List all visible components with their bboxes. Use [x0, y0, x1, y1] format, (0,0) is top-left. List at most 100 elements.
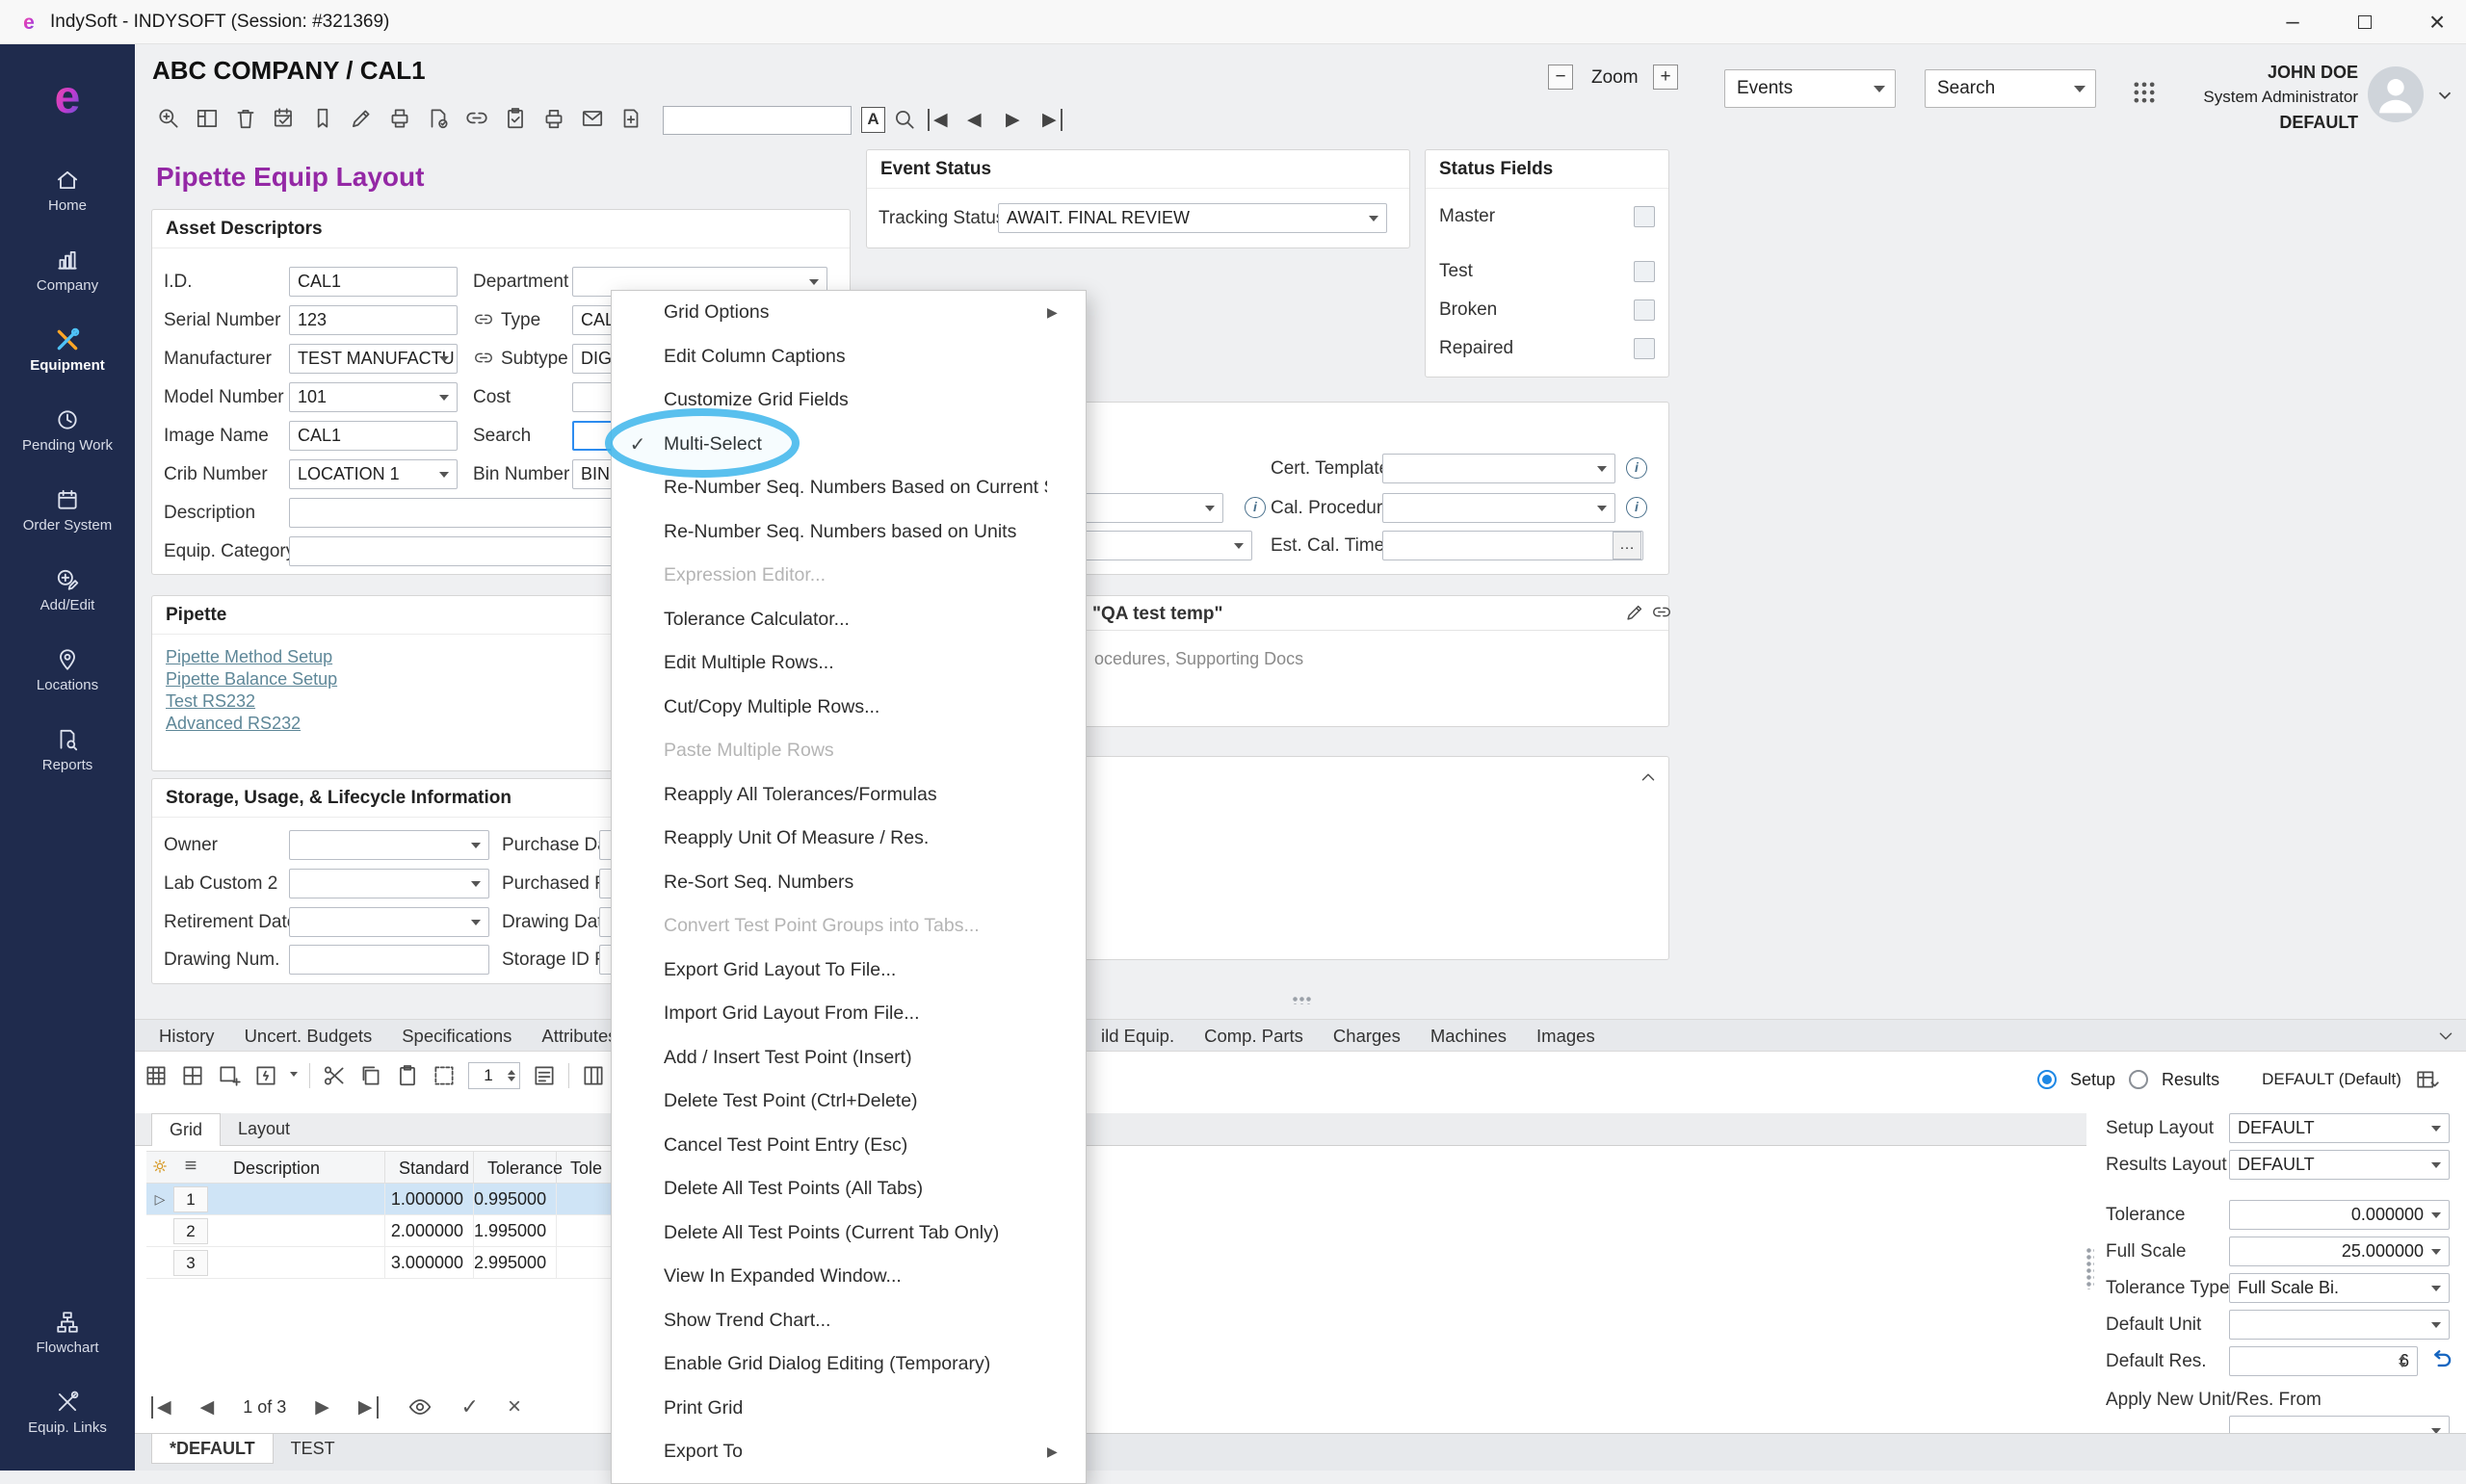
- bookmark-icon[interactable]: [310, 106, 335, 131]
- context-menu-item[interactable]: Convert Test Point Groups into Tabs...: [612, 904, 1086, 949]
- serial-field[interactable]: 123: [289, 305, 458, 335]
- nav-last-button[interactable]: ▶: [1042, 109, 1062, 131]
- table-row[interactable]: 2 2.000000 1.995000: [146, 1215, 634, 1247]
- context-menu-item[interactable]: Re-Number Seq. Numbers Based on Current …: [612, 466, 1086, 510]
- row-count-spinner[interactable]: 1: [468, 1062, 520, 1089]
- apps-grid-icon[interactable]: [2131, 79, 2158, 106]
- cell-description[interactable]: [208, 1215, 385, 1246]
- collapse-chevron-icon[interactable]: [1638, 767, 1659, 788]
- cell-tolerance[interactable]: 1.995000: [474, 1215, 557, 1246]
- detail-tab[interactable]: Specifications: [389, 1020, 524, 1052]
- detail-tab[interactable]: History: [146, 1020, 227, 1052]
- grid-actions-caret-icon[interactable]: [290, 1072, 298, 1080]
- est-cal-time-browse-button[interactable]: …: [1613, 532, 1641, 560]
- test-checkbox[interactable]: [1634, 261, 1655, 282]
- search-dropdown[interactable]: Search: [1925, 69, 2096, 108]
- cut-icon[interactable]: [322, 1063, 347, 1088]
- context-menu-item[interactable]: Export To ▶: [612, 1430, 1086, 1474]
- model-select[interactable]: 101: [289, 382, 458, 412]
- row-menu-icon[interactable]: [173, 1158, 208, 1178]
- context-menu-item[interactable]: Grid Options ▶: [612, 291, 1086, 335]
- cal-procedure-select[interactable]: [1382, 493, 1615, 523]
- pager-first-button[interactable]: ◀: [151, 1396, 171, 1419]
- cell-standard[interactable]: 3.000000: [385, 1247, 474, 1278]
- type-link-icon[interactable]: [473, 309, 494, 330]
- setup-layout-select[interactable]: DEFAULT: [2229, 1113, 2450, 1143]
- context-menu-item[interactable]: Import Grid Layout From File...: [612, 992, 1086, 1036]
- print-label-icon[interactable]: [387, 106, 412, 131]
- commit-check-button[interactable]: ✓: [461, 1394, 479, 1419]
- cell-standard[interactable]: 2.000000: [385, 1215, 474, 1246]
- search-icon[interactable]: [892, 107, 917, 132]
- grid-add-icon[interactable]: [217, 1063, 242, 1088]
- cell-standard[interactable]: 1.000000: [385, 1184, 474, 1214]
- layout-selector-icon[interactable]: [2415, 1067, 2440, 1092]
- repaired-checkbox[interactable]: [1634, 338, 1655, 359]
- sidebar-item-equipment[interactable]: Equipment: [0, 310, 135, 390]
- zoom-add-icon[interactable]: [156, 106, 181, 131]
- template-link-icon[interactable]: [1651, 602, 1672, 623]
- id-field[interactable]: CAL1: [289, 267, 458, 297]
- sidebar-item-company[interactable]: Company: [0, 230, 135, 310]
- detail-tab[interactable]: Uncert. Budgets: [232, 1020, 385, 1052]
- row-number[interactable]: 2: [173, 1218, 208, 1244]
- nav-next-button[interactable]: ▶: [1006, 109, 1020, 131]
- row-number[interactable]: 3: [173, 1250, 208, 1276]
- context-menu-item[interactable]: Print Grid: [612, 1387, 1086, 1431]
- grid-options-icon[interactable]: [532, 1063, 557, 1088]
- partial-select-2[interactable]: [1069, 531, 1252, 560]
- grid-actions-icon[interactable]: [253, 1063, 278, 1088]
- default-res-spinner[interactable]: 6: [2229, 1346, 2418, 1376]
- cancel-x-button[interactable]: ×: [508, 1393, 521, 1420]
- tabs-overflow-chevron-icon[interactable]: [2435, 1026, 2456, 1047]
- edit-icon[interactable]: [349, 106, 374, 131]
- full-scale-combo[interactable]: 25.000000: [2229, 1237, 2450, 1266]
- cell-tolerance[interactable]: 2.995000: [474, 1247, 557, 1278]
- subtype-link-icon[interactable]: [473, 348, 494, 369]
- results-radio[interactable]: [2129, 1070, 2148, 1089]
- avatar[interactable]: [2368, 66, 2424, 122]
- panel-splitter-grip[interactable]: [2086, 1247, 2094, 1289]
- user-menu-chevron-icon[interactable]: [2434, 85, 2455, 106]
- sidebar-item-pending-work[interactable]: Pending Work: [0, 390, 135, 470]
- context-menu-item[interactable]: Reapply Unit Of Measure / Res.: [612, 817, 1086, 861]
- detail-tab[interactable]: ild Equip.: [1089, 1020, 1187, 1052]
- context-menu-item[interactable]: ✓ Multi-Select: [612, 423, 1086, 467]
- crib-select[interactable]: LOCATION 1: [289, 459, 458, 489]
- layout-selector-value[interactable]: DEFAULT (Default): [2262, 1070, 2401, 1089]
- context-menu-item[interactable]: Show Trend Chart...: [612, 1299, 1086, 1343]
- partial-info-icon[interactable]: i: [1245, 497, 1266, 518]
- tracking-status-select[interactable]: AWAIT. FINAL REVIEW: [998, 203, 1387, 233]
- minimize-button[interactable]: –: [2269, 0, 2316, 44]
- preview-eye-icon[interactable]: [407, 1394, 433, 1419]
- context-menu-item[interactable]: Delete All Test Points (Current Tab Only…: [612, 1211, 1086, 1256]
- link-icon[interactable]: [464, 106, 489, 131]
- calendar-check-icon[interactable]: [272, 106, 297, 131]
- copy-icon[interactable]: [358, 1063, 383, 1088]
- grid-layout-tab[interactable]: Layout: [221, 1113, 307, 1146]
- sidebar-item-home[interactable]: Home: [0, 150, 135, 230]
- context-menu-item[interactable]: Delete All Test Points (All Tabs): [612, 1167, 1086, 1211]
- zoom-in-button[interactable]: +: [1653, 65, 1678, 90]
- cert-template-select[interactable]: [1382, 454, 1615, 483]
- sidebar-item-add-edit[interactable]: Add/Edit: [0, 550, 135, 630]
- zoom-out-button[interactable]: −: [1548, 65, 1573, 90]
- sidebar-item-locations[interactable]: Locations: [0, 630, 135, 710]
- lab-custom2-select[interactable]: [289, 869, 489, 898]
- col-tolerance[interactable]: Tolerance: [474, 1152, 557, 1183]
- sheet-tab[interactable]: TEST: [274, 1434, 353, 1464]
- context-menu-item[interactable]: Tolerance Calculator...: [612, 598, 1086, 642]
- col-standard[interactable]: Standard: [385, 1152, 474, 1183]
- row-number[interactable]: 1: [173, 1186, 208, 1212]
- context-menu-item[interactable]: Cut/Copy Multiple Rows...: [612, 686, 1086, 730]
- table-row[interactable]: ▷ 1 1.000000 0.995000: [146, 1184, 634, 1215]
- context-menu-item[interactable]: Re-Sort Seq. Numbers: [612, 861, 1086, 905]
- paste-icon[interactable]: [395, 1063, 420, 1088]
- table-row[interactable]: 3 3.000000 2.995000: [146, 1247, 634, 1279]
- broken-checkbox[interactable]: [1634, 299, 1655, 321]
- context-menu-item[interactable]: Cancel Test Point Entry (Esc): [612, 1124, 1086, 1168]
- detail-tab[interactable]: Comp. Parts: [1192, 1020, 1316, 1052]
- context-menu-item[interactable]: Delete Test Point (Ctrl+Delete): [612, 1080, 1086, 1124]
- toolbar-search-input[interactable]: [663, 106, 852, 135]
- undo-icon[interactable]: [2427, 1346, 2454, 1373]
